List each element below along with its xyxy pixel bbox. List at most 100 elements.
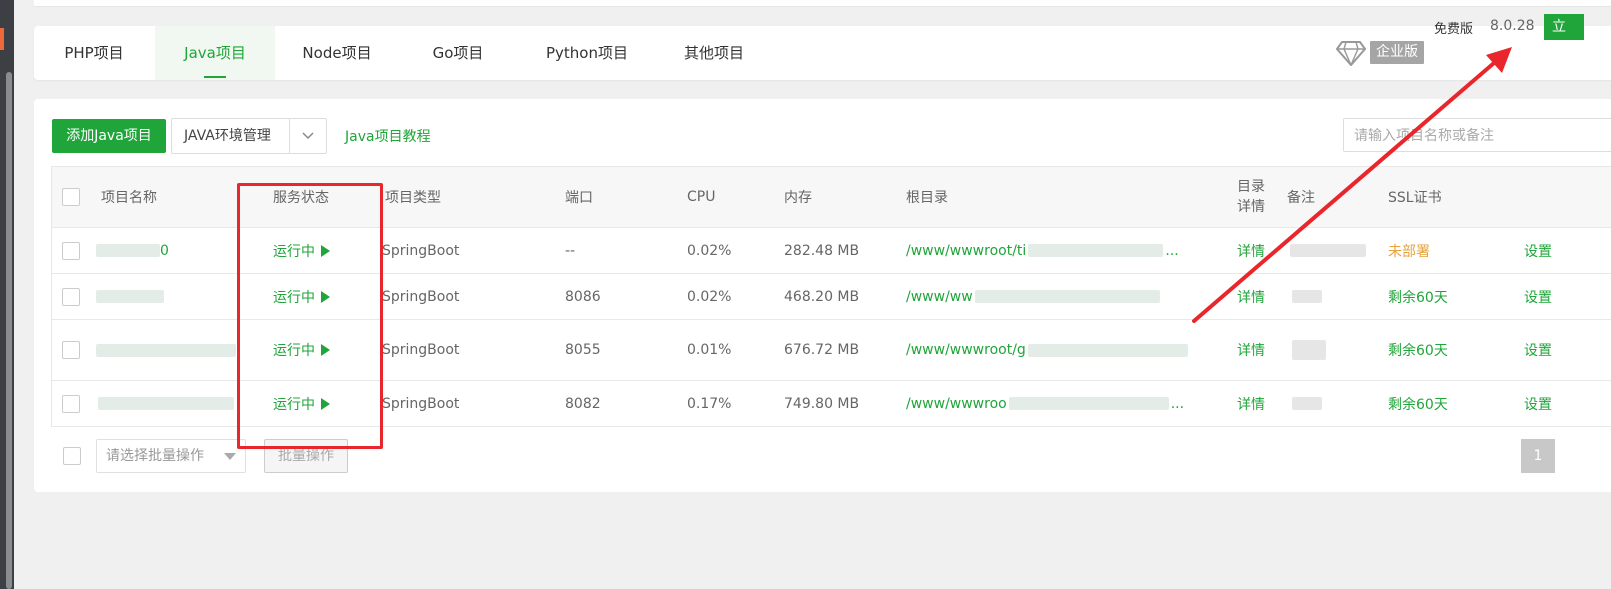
- note-cell[interactable]: [1290, 228, 1366, 273]
- tab-label: PHP项目: [64, 44, 124, 62]
- dir-detail-link[interactable]: 详情: [1237, 228, 1265, 273]
- settings-link[interactable]: 设置: [1524, 274, 1552, 319]
- redacted-text: [1027, 343, 1188, 357]
- project-name[interactable]: [98, 381, 234, 426]
- footer-select-all-checkbox[interactable]: [63, 447, 81, 465]
- batch-operation-button[interactable]: 批量操作: [264, 439, 348, 473]
- row-checkbox[interactable]: [62, 394, 80, 413]
- status-text: 运行中: [273, 343, 315, 359]
- ssl-status[interactable]: 剩余60天: [1388, 274, 1448, 319]
- caret-down-icon: [224, 453, 236, 460]
- settings-link[interactable]: 设置: [1524, 381, 1552, 426]
- sidebar-active-marker: [0, 28, 4, 50]
- table-row: 运行中 SpringBoot 8086 0.02% 468.20 MB /www…: [52, 274, 1611, 320]
- ssl-status[interactable]: 剩余60天: [1388, 320, 1448, 380]
- project-type: SpringBoot: [382, 242, 460, 259]
- status-running[interactable]: 运行中: [273, 320, 330, 380]
- settings-link[interactable]: 设置: [1524, 228, 1552, 273]
- active-tab-indicator: [204, 76, 226, 78]
- tab-go[interactable]: Go项目: [400, 26, 516, 80]
- ssl-status[interactable]: 未部署: [1388, 228, 1430, 273]
- root-path-ellipsis: ...: [1170, 395, 1185, 412]
- note-cell[interactable]: [1292, 274, 1322, 319]
- col-memory[interactable]: 内存: [784, 167, 812, 227]
- memory-value: 468.20 MB: [784, 288, 860, 305]
- port-value: --: [565, 242, 576, 259]
- table-row: 运行中 SpringBoot 8055 0.01% 676.72 MB /www…: [52, 320, 1611, 381]
- project-type: SpringBoot: [382, 288, 460, 305]
- select-all-checkbox[interactable]: [62, 188, 80, 206]
- status-running[interactable]: 运行中: [273, 381, 330, 426]
- sidebar-scrollbar[interactable]: [6, 72, 12, 589]
- chevron-down-icon[interactable]: [300, 128, 316, 144]
- settings-link[interactable]: 设置: [1524, 320, 1552, 380]
- status-running[interactable]: 运行中: [273, 274, 330, 319]
- diamond-icon: [1336, 41, 1366, 66]
- project-tabs-bar: PHP项目 Java项目 Node项目 Go项目 Python项目 其他项目 企…: [34, 26, 1611, 80]
- col-cpu[interactable]: CPU: [687, 167, 715, 227]
- port-value: 8082: [565, 395, 601, 412]
- dir-detail-link[interactable]: 详情: [1237, 320, 1265, 380]
- java-env-label: JAVA环境管理: [184, 128, 271, 144]
- col-port: 端口: [565, 190, 593, 206]
- pagination-page[interactable]: 1: [1521, 439, 1555, 473]
- memory-value: 676.72 MB: [784, 342, 860, 358]
- row-select-cell: [62, 320, 80, 380]
- status-running[interactable]: 运行中: [273, 228, 330, 273]
- col-root: 根目录: [906, 190, 948, 206]
- cpu-value: 0.01%: [687, 342, 732, 358]
- root-path-link[interactable]: /www/wwwroot/g: [906, 320, 1188, 380]
- tab-php[interactable]: PHP项目: [34, 26, 154, 80]
- batch-operation-select[interactable]: 请选择批量操作: [96, 439, 246, 473]
- redacted-text: [96, 290, 164, 303]
- update-button[interactable]: 立: [1544, 14, 1584, 40]
- root-path-link[interactable]: /www/wwwroot/ti...: [906, 228, 1179, 273]
- java-tutorial-link[interactable]: Java项目教程: [345, 126, 431, 146]
- row-select-cell: [62, 228, 80, 273]
- project-name[interactable]: 0: [96, 228, 169, 273]
- col-name[interactable]: 项目名称: [101, 167, 157, 227]
- root-path-link[interactable]: /www/ww: [906, 274, 1160, 319]
- ssl-status[interactable]: 剩余60天: [1388, 381, 1448, 426]
- root-path-text: /www/wwwroo: [906, 395, 1007, 412]
- row-checkbox[interactable]: [62, 287, 80, 306]
- tab-node[interactable]: Node项目: [277, 26, 397, 80]
- row-checkbox[interactable]: [62, 241, 80, 260]
- note-cell[interactable]: [1292, 320, 1326, 380]
- project-name[interactable]: [96, 274, 164, 319]
- cpu-value: 0.17%: [687, 395, 732, 412]
- play-icon: [321, 290, 330, 303]
- tab-java[interactable]: Java项目: [155, 26, 275, 80]
- tab-label: Go项目: [432, 44, 484, 62]
- redacted-text: [96, 244, 160, 257]
- table-header: 项目名称 服务状态 项目类型 端口 CPU 内存 根目录 目录详情 备注 SSL…: [52, 167, 1611, 228]
- dir-detail-link[interactable]: 详情: [1237, 381, 1265, 426]
- col-status[interactable]: 服务状态: [273, 167, 329, 227]
- java-env-dropdown[interactable]: JAVA环境管理: [171, 118, 327, 154]
- search-input[interactable]: [1344, 119, 1606, 153]
- project-table: 项目名称 服务状态 项目类型 端口 CPU 内存 根目录 目录详情 备注 SSL…: [51, 166, 1611, 427]
- tab-label: Node项目: [302, 44, 372, 62]
- note-cell[interactable]: [1292, 381, 1322, 426]
- port-value: 8086: [565, 288, 601, 305]
- left-sidebar-strip: [0, 0, 14, 589]
- redacted-text: [1292, 340, 1326, 360]
- redacted-text: [98, 397, 234, 410]
- redacted-text: [1008, 397, 1169, 410]
- enterprise-badge: 企业版: [1370, 41, 1424, 64]
- col-note: 备注: [1287, 190, 1315, 206]
- root-path-link[interactable]: /www/wwwroo...: [906, 381, 1184, 426]
- redacted-text: [96, 343, 236, 357]
- tab-python[interactable]: Python项目: [522, 26, 652, 80]
- col-dir-detail-cell: 目录详情: [1237, 167, 1271, 227]
- root-path-text: /www/wwwroot/ti: [906, 242, 1027, 259]
- row-checkbox[interactable]: [62, 341, 80, 359]
- project-name[interactable]: [96, 320, 236, 380]
- tab-other[interactable]: 其他项目: [654, 26, 774, 80]
- row-select-cell: [62, 274, 80, 319]
- add-java-project-button[interactable]: 添加Java项目: [52, 119, 166, 153]
- dir-detail-link[interactable]: 详情: [1237, 274, 1265, 319]
- play-icon: [321, 344, 330, 356]
- dropdown-divider: [289, 119, 290, 153]
- play-icon: [321, 397, 330, 410]
